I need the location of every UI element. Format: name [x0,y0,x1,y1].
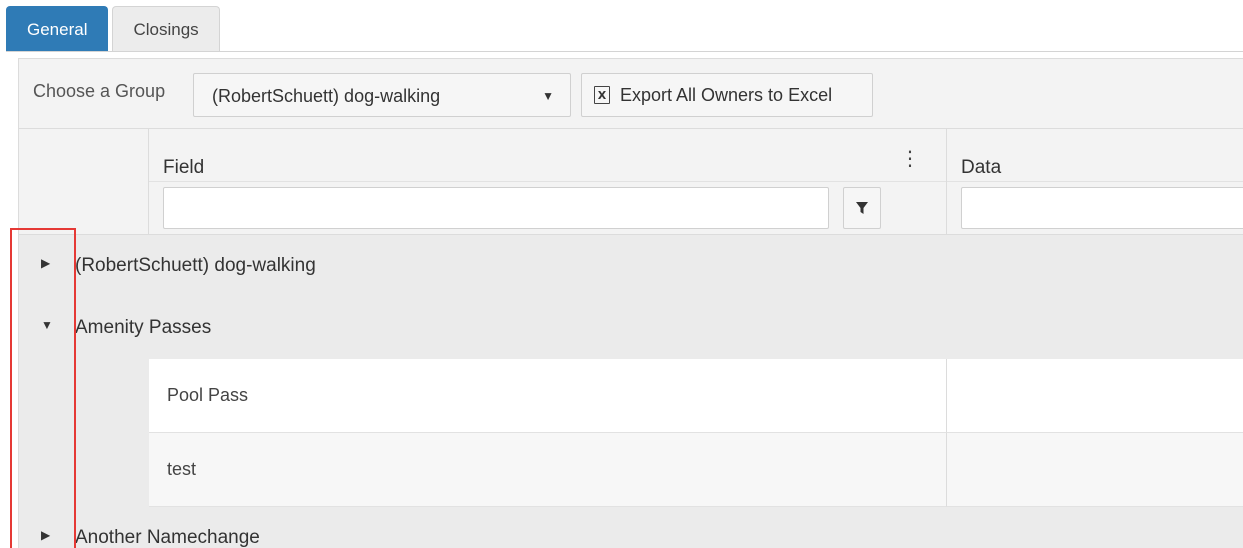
header-indent-cell [19,129,149,235]
group-dropdown-value: (RobertSchuett) dog-walking [212,86,441,106]
tab-divider [6,51,1243,52]
column-header-data[interactable]: Data [947,129,1243,235]
field-filter-input[interactable] [163,187,829,229]
group-dropdown[interactable]: (RobertSchuett) dog-walking ▼ [193,73,571,117]
field-value: Pool Pass [167,385,249,405]
grid-header: Field ⋮ Data [19,129,1243,235]
group-row-dog-walking[interactable]: ▶ (RobertSchuett) dog-walking [19,235,1243,297]
collapse-arrow-icon[interactable]: ▼ [41,318,53,332]
group-label: Amenity Passes [75,317,212,338]
expand-arrow-icon[interactable]: ▶ [41,528,50,542]
data-cell[interactable] [947,359,1243,433]
column-title-data: Data [961,157,1002,178]
expand-arrow-icon[interactable]: ▶ [41,256,50,270]
group-label: (RobertSchuett) dog-walking [75,255,316,276]
filter-row-divider [947,181,1243,182]
choose-group-label: Choose a Group [33,81,166,101]
caret-down-icon: ▼ [542,89,554,103]
group-label: Another Namechange [75,527,260,548]
table-row[interactable]: Pool Pass [19,359,1243,433]
table-row[interactable]: test [19,433,1243,507]
group-row-amenity-passes[interactable]: ▼ Amenity Passes [19,297,1243,359]
tab-bar: General Closings [6,6,224,52]
data-filter-input[interactable] [961,187,1243,229]
owners-panel: Choose a Group (RobertSchuett) dog-walki… [18,58,1243,548]
filter-button[interactable] [843,187,881,229]
export-owners-button[interactable]: X Export All Owners to Excel [581,73,873,117]
filter-row-divider [149,181,946,182]
column-header-field[interactable]: Field ⋮ [149,129,947,235]
field-cell[interactable]: Pool Pass [149,359,947,433]
filter-icon [856,202,868,214]
field-value: test [167,459,197,479]
group-row-another-namechange[interactable]: ▶ Another Namechange [19,507,1243,548]
column-title-field: Field [163,157,205,178]
tab-closings[interactable]: Closings [112,6,220,52]
export-owners-label: Export All Owners to Excel [620,84,833,105]
column-menu-icon[interactable]: ⋮ [900,149,920,169]
data-cell[interactable] [947,433,1243,507]
field-cell[interactable]: test [149,433,947,507]
tab-general[interactable]: General [6,6,109,52]
excel-icon: X [594,86,610,104]
toolbar: Choose a Group (RobertSchuett) dog-walki… [19,59,1243,129]
